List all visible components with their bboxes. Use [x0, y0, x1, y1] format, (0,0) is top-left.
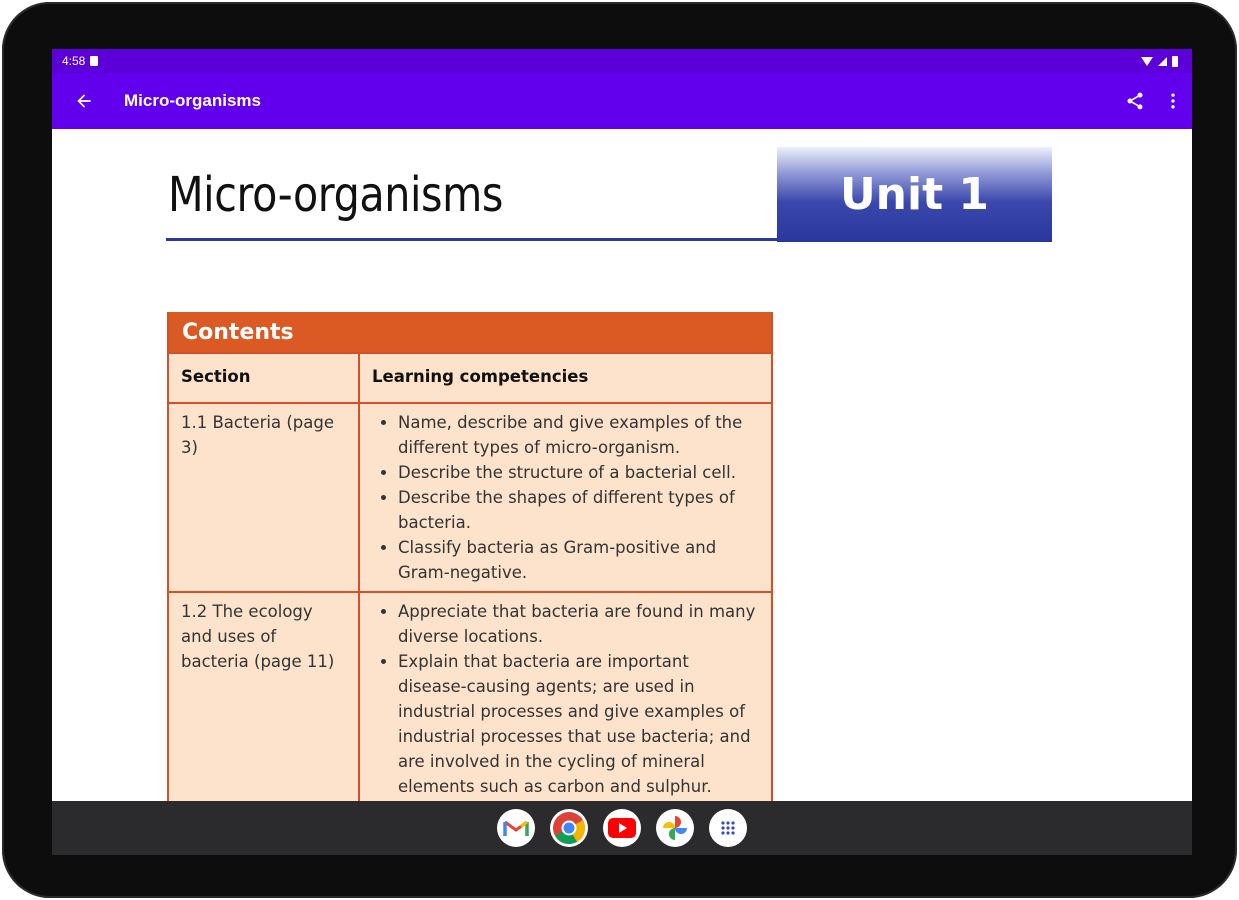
list-item: Explain that bacteria are important dise… [398, 649, 759, 799]
table-header-row: Section Learning competencies [169, 352, 771, 403]
app-title: Micro-organisms [124, 91, 261, 110]
more-vert-icon [1171, 93, 1175, 109]
sim-card-icon [90, 56, 99, 66]
competencies-cell: Name, describe and give examples of the … [359, 402, 771, 592]
competencies-table: Section Learning competencies 1.1 Bacter… [169, 352, 771, 801]
section-cell: 1.1 Bacteria (page 3) [169, 402, 360, 592]
share-button[interactable] [1116, 73, 1154, 129]
share-icon [1127, 92, 1143, 110]
document-page: Micro-organisms Unit 1 Contents Section … [52, 129, 1192, 801]
taskbar-dock [52, 801, 1192, 855]
gmail-app[interactable] [497, 809, 535, 847]
list-item: Name, describe and give examples of the … [398, 410, 759, 460]
photos-app[interactable] [656, 809, 694, 847]
signal-icon [1158, 56, 1167, 66]
status-time: 4:58 [62, 54, 86, 68]
contents-table: Contents Section Learning competencies 1… [167, 312, 773, 801]
unit-label: Unit 1 [839, 169, 990, 220]
competencies-cell: Appreciate that bacteria are found in ma… [359, 591, 771, 801]
battery-icon [1172, 55, 1178, 67]
app-drawer-icon [721, 821, 735, 835]
back-button[interactable] [52, 73, 116, 129]
app-bar: Micro-organisms [52, 73, 1192, 129]
list-item: Classify bacteria as Gram-positive and G… [398, 535, 759, 585]
unit-banner: Unit 1 [777, 147, 1052, 242]
chrome-icon [553, 812, 586, 845]
list-item: Describe the shapes of different types o… [398, 485, 759, 535]
youtube-icon [608, 818, 636, 838]
tablet-frame: 4:58 Micro-organisms Micro-organisms Uni… [2, 2, 1237, 898]
app-drawer-button[interactable] [709, 809, 747, 847]
column-header-competencies: Learning competencies [359, 352, 771, 403]
status-bar: 4:58 [52, 49, 1192, 73]
gmail-icon [503, 820, 529, 836]
list-item: Describe the structure of a bacterial ce… [398, 460, 759, 485]
arrow-back-icon [77, 94, 91, 108]
page-title: Micro-organisms [168, 167, 503, 223]
contents-heading: Contents [169, 312, 771, 352]
youtube-app[interactable] [603, 809, 641, 847]
column-header-section: Section [169, 352, 360, 403]
more-options-button[interactable] [1154, 73, 1192, 129]
wifi-icon [1141, 56, 1153, 66]
table-row: 1.1 Bacteria (page 3) Name, describe and… [169, 402, 771, 592]
table-row: 1.2 The ecology and uses of bacteria (pa… [169, 591, 771, 801]
photos-icon [663, 816, 687, 840]
list-item: Appreciate that bacteria are found in ma… [398, 599, 759, 649]
screen: 4:58 Micro-organisms Micro-organisms Uni… [52, 49, 1192, 855]
section-cell: 1.2 The ecology and uses of bacteria (pa… [169, 591, 360, 801]
title-underline [166, 238, 778, 241]
chrome-app[interactable] [550, 809, 588, 847]
